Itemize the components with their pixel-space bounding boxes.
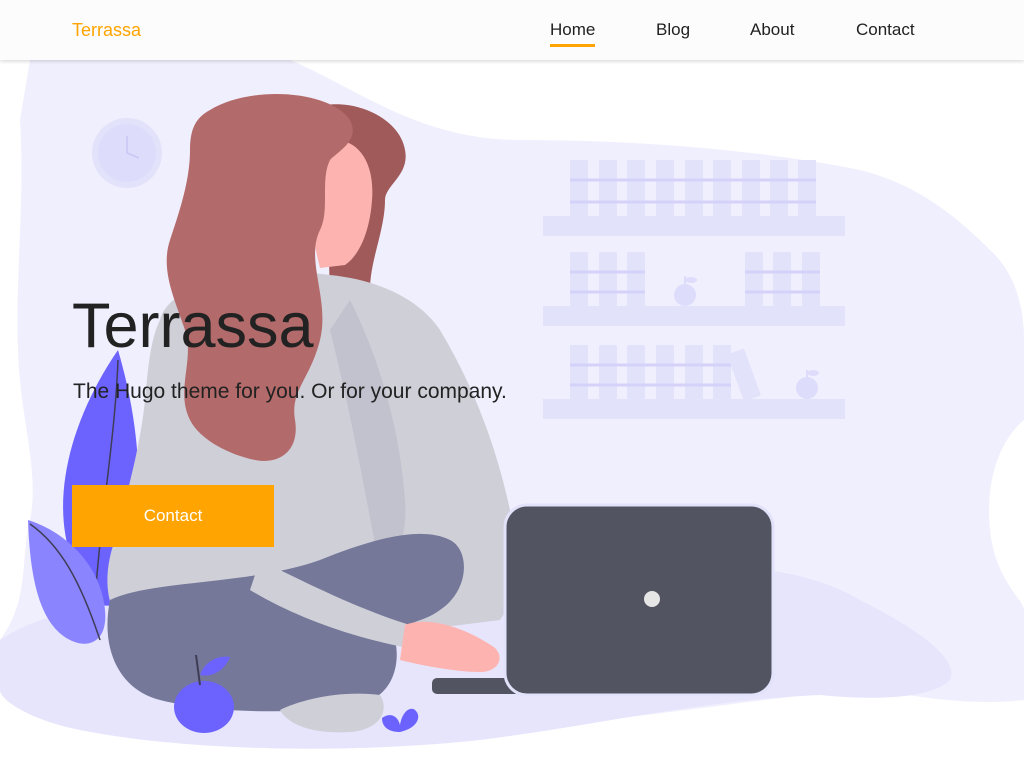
brand-logo-link[interactable]: Terrassa [72, 19, 141, 41]
navbar: Terrassa Home Blog About Contact [0, 0, 1024, 60]
hero-title: Terrassa [72, 291, 314, 361]
woman-with-laptop-illustration [0, 60, 1024, 749]
clock-icon [92, 118, 162, 188]
nav-link-home[interactable]: Home [550, 19, 596, 47]
nav-link-blog[interactable]: Blog [656, 19, 690, 41]
nav-link-about[interactable]: About [750, 19, 794, 41]
hero-subtitle: The Hugo theme for you. Or for your comp… [73, 380, 507, 403]
page: Terrassa Home Blog About Contact Terrass… [0, 0, 1024, 768]
nav-link-contact[interactable]: Contact [856, 19, 915, 41]
contact-button[interactable]: Contact [72, 485, 274, 547]
